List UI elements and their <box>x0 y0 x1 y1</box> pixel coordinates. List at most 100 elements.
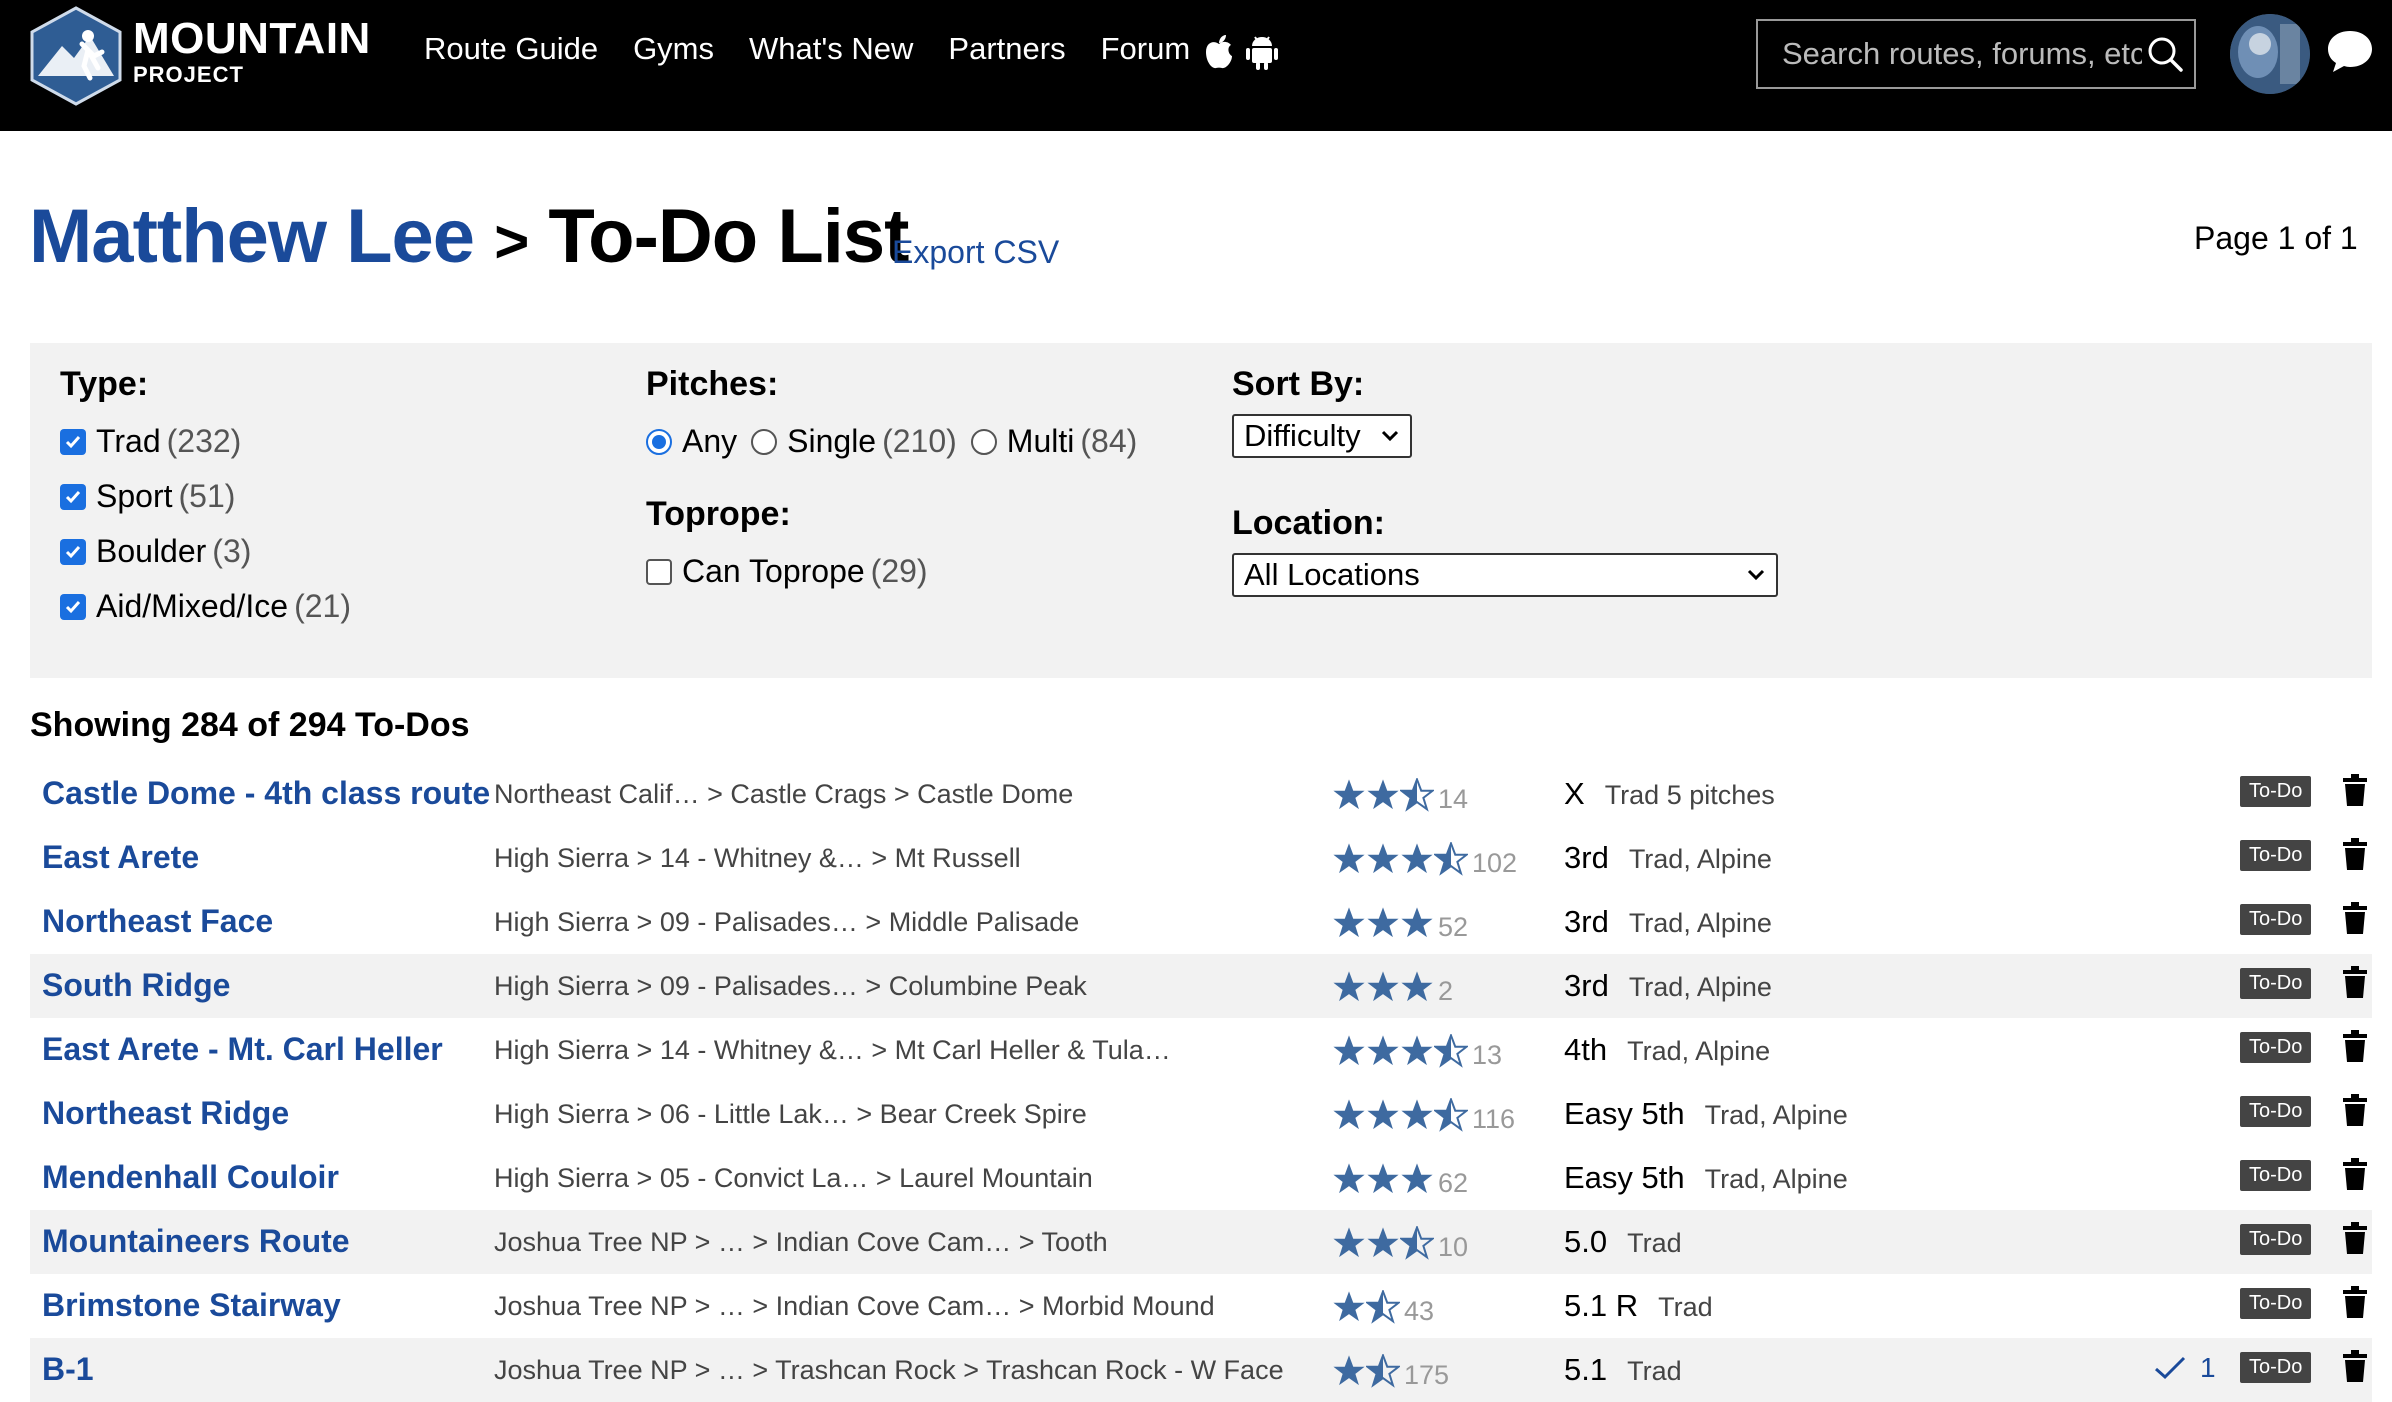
route-name-link[interactable]: Northeast Face <box>42 903 273 940</box>
trash-icon[interactable] <box>2342 1350 2368 1387</box>
nav-gyms[interactable]: Gyms <box>633 31 714 67</box>
route-grade: Easy 5th Trad, Alpine <box>1564 1096 1848 1132</box>
trash-icon[interactable] <box>2342 1094 2368 1131</box>
route-location-path[interactable]: High Sierra > 14 - Whitney &… > Mt Carl … <box>494 1035 1171 1066</box>
trash-icon[interactable] <box>2342 902 2368 939</box>
table-row: B-1 Joshua Tree NP > … > Trashcan Rock > … <box>30 1338 2372 1402</box>
pitch-option-label[interactable]: Multi <box>1007 423 1075 460</box>
route-location-path[interactable]: High Sierra > 06 - Little Lak… > Bear Cr… <box>494 1099 1087 1130</box>
pitch-radio[interactable] <box>751 428 778 455</box>
route-location-path[interactable]: High Sierra > 05 - Convict La… > Laurel … <box>494 1163 1093 1194</box>
type-checkbox[interactable] <box>60 538 86 565</box>
route-rating: 102 <box>1332 838 1517 879</box>
todo-badge[interactable]: To-Do <box>2240 904 2312 935</box>
trash-icon[interactable] <box>2342 838 2368 875</box>
rating-votes: 62 <box>1438 1168 1469 1198</box>
route-name-link[interactable]: Northeast Ridge <box>42 1095 289 1132</box>
nav-forum[interactable]: Forum <box>1101 31 1191 67</box>
toprope-checkbox[interactable] <box>646 558 672 585</box>
type-checkbox[interactable] <box>60 593 86 620</box>
route-name-link[interactable]: B-1 <box>42 1351 94 1388</box>
rating-votes: 14 <box>1438 784 1469 814</box>
trash-icon[interactable] <box>2342 966 2368 1003</box>
star-full-icon <box>1367 778 1399 809</box>
nav-route-guide[interactable]: Route Guide <box>424 31 598 67</box>
todo-badge[interactable]: To-Do <box>2240 1288 2312 1319</box>
apple-icon[interactable] <box>1204 34 1234 70</box>
route-location-path[interactable]: Northeast Calif… > Castle Crags > Castle… <box>494 779 1073 810</box>
route-type: Trad, Alpine <box>1628 972 1772 1002</box>
toprope-option[interactable]: Can Toprope (29) <box>646 544 1137 599</box>
star-half-icon <box>1366 1353 1400 1388</box>
route-name-link[interactable]: South Ridge <box>42 967 230 1004</box>
todo-badge[interactable]: To-Do <box>2240 1160 2312 1191</box>
pitch-option-label[interactable]: Any <box>682 423 737 460</box>
pitches-filter: Pitches: Any Single (210) Multi (84) Toprope… <box>646 365 1137 599</box>
todo-table: Castle Dome - 4th class route Northeast C… <box>30 762 2372 1402</box>
type-option-label: Trad <box>96 423 161 459</box>
nav-partners[interactable]: Partners <box>948 31 1065 67</box>
type-option[interactable]: Aid/Mixed/Ice (21) <box>60 579 351 634</box>
todo-badge[interactable]: To-Do <box>2240 1032 2312 1063</box>
type-checkbox[interactable] <box>60 483 86 510</box>
top-navigation-bar: MOUNTAIN PROJECT Route Guide Gyms What's… <box>0 0 2392 131</box>
todo-badge[interactable]: To-Do <box>2240 1224 2312 1255</box>
android-icon[interactable] <box>1246 34 1278 70</box>
route-name-link[interactable]: Mountaineers Route <box>42 1223 350 1260</box>
type-option[interactable]: Boulder (3) <box>60 524 351 579</box>
star-full-icon <box>1333 970 1365 1001</box>
mountain-project-logo-icon[interactable] <box>28 6 124 106</box>
trash-icon[interactable] <box>2342 1158 2368 1195</box>
type-option-count: (3) <box>212 533 252 569</box>
route-type: Trad, Alpine <box>1627 1036 1771 1066</box>
type-checkbox[interactable] <box>60 428 86 455</box>
location-select[interactable]: All Locations <box>1232 553 1778 597</box>
type-option[interactable]: Trad (232) <box>60 414 351 469</box>
pitch-radio[interactable] <box>646 428 672 455</box>
nav-whats-new[interactable]: What's New <box>749 31 913 67</box>
route-name-link[interactable]: Mendenhall Couloir <box>42 1159 339 1196</box>
todo-badge[interactable]: To-Do <box>2240 1096 2312 1127</box>
route-grade: 3rd Trad, Alpine <box>1564 968 1772 1004</box>
trash-icon[interactable] <box>2342 774 2368 811</box>
route-location-path[interactable]: Joshua Tree NP > … > Indian Cove Cam… > … <box>494 1291 1215 1322</box>
rating-votes: 52 <box>1438 912 1469 942</box>
todo-badge[interactable]: To-Do <box>2240 968 2312 999</box>
route-name-link[interactable]: Castle Dome - 4th class route <box>42 775 490 812</box>
pitch-option-label[interactable]: Single <box>787 423 876 460</box>
trash-icon[interactable] <box>2342 1030 2368 1067</box>
trash-icon[interactable] <box>2342 1286 2368 1323</box>
type-option[interactable]: Sport (51) <box>60 469 351 524</box>
route-name-link[interactable]: East Arete <box>42 839 199 876</box>
logo-title[interactable]: MOUNTAIN <box>133 14 371 64</box>
search-input[interactable] <box>1782 36 2142 72</box>
route-location-path[interactable]: High Sierra > 14 - Whitney &… > Mt Russe… <box>494 843 1021 874</box>
todo-badge[interactable]: To-Do <box>2240 1352 2312 1383</box>
pitches-label: Pitches: <box>646 365 779 403</box>
star-full-icon <box>1367 1162 1399 1193</box>
tick-count[interactable]: 1 <box>2154 1352 2216 1384</box>
trash-icon[interactable] <box>2342 1222 2368 1259</box>
route-location-path[interactable]: Joshua Tree NP > … > Trashcan Rock > Tra… <box>494 1355 1284 1386</box>
todo-badge[interactable]: To-Do <box>2240 776 2312 807</box>
chat-bubble-icon[interactable] <box>2326 28 2374 74</box>
route-location-path[interactable]: High Sierra > 09 - Palisades… > Middle P… <box>494 907 1079 938</box>
search-box[interactable] <box>1756 19 2196 89</box>
rating-votes: 43 <box>1404 1296 1435 1326</box>
pitch-radio[interactable] <box>970 428 997 455</box>
route-location-path[interactable]: High Sierra > 09 - Palisades… > Columbin… <box>494 971 1087 1002</box>
todo-badge[interactable]: To-Do <box>2240 840 2312 871</box>
search-icon[interactable] <box>2146 35 2184 73</box>
route-name-link[interactable]: East Arete - Mt. Carl Heller <box>42 1031 443 1068</box>
route-location-path[interactable]: Joshua Tree NP > … > Indian Cove Cam… > … <box>494 1227 1108 1258</box>
type-option-label: Sport <box>96 478 173 514</box>
logo-subtitle[interactable]: PROJECT <box>133 62 244 88</box>
export-csv-link[interactable]: Export CSV <box>892 234 1059 271</box>
route-grade-value: 3rd <box>1564 968 1609 1003</box>
route-name-link[interactable]: Brimstone Stairway <box>42 1287 341 1324</box>
chevron-down-icon <box>1381 430 1399 442</box>
user-avatar[interactable] <box>2230 14 2310 94</box>
user-name-link[interactable]: Matthew Lee <box>29 194 475 279</box>
route-rating: 43 <box>1332 1286 1434 1327</box>
sort-select[interactable]: Difficulty <box>1232 414 1412 458</box>
